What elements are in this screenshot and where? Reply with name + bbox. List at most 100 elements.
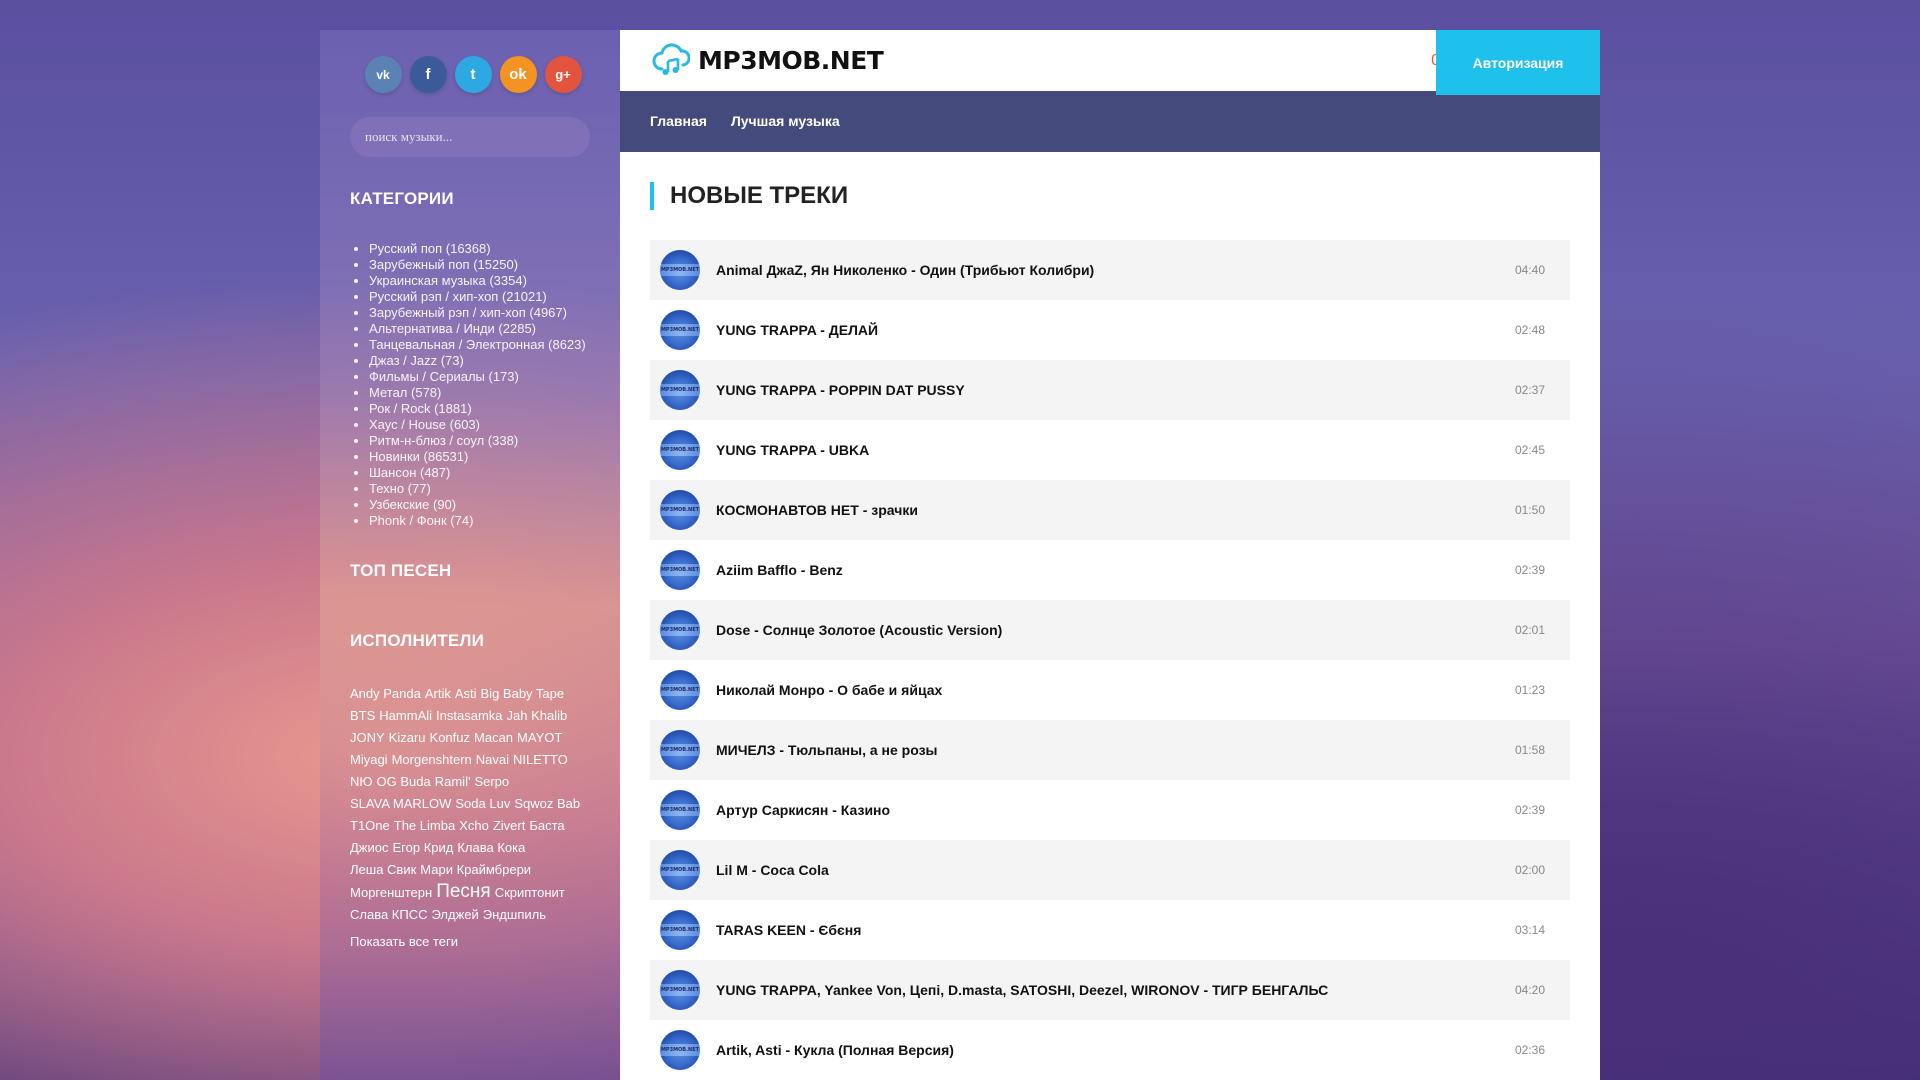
track-cover[interactable] [660, 250, 700, 290]
track-row[interactable]: Animal ДжаZ, Ян Николенко - Один (Трибью… [650, 240, 1570, 300]
track-cover[interactable] [660, 970, 700, 1010]
track-title[interactable]: YUNG TRAPPA - UBKA [716, 442, 869, 458]
nav-best-music[interactable]: Лучшая музыка [731, 113, 840, 129]
category-item[interactable]: Метал (578) [369, 385, 590, 401]
google-plus-icon[interactable]: g+ [544, 56, 582, 93]
artist-tag[interactable]: Asti [455, 683, 477, 705]
artist-tag[interactable]: Слава КПСС [350, 904, 428, 926]
artist-tag[interactable]: BTS [350, 705, 375, 727]
track-row[interactable]: Lil M - Coca Cola 02:00 [650, 840, 1570, 900]
category-item[interactable]: Джаз / Jazz (73) [369, 353, 590, 369]
artist-tag[interactable]: Artik [425, 683, 451, 705]
track-title[interactable]: Артур Саркисян - Казино [716, 802, 890, 818]
category-item[interactable]: Узбекские (90) [369, 497, 590, 513]
track-cover[interactable] [660, 730, 700, 770]
artist-tag[interactable]: Джиос [350, 837, 389, 859]
artist-tag[interactable]: Instasamka [436, 705, 502, 727]
artist-tag[interactable]: Баста [529, 815, 564, 837]
category-item[interactable]: Русский рэп / хип-хоп (21021) [369, 289, 590, 305]
track-cover[interactable] [660, 610, 700, 650]
artist-tag[interactable]: Soda Luv [455, 793, 510, 815]
track-cover[interactable] [660, 430, 700, 470]
track-row[interactable]: YUNG TRAPPA - ДЕЛАЙ 02:48 [650, 300, 1570, 360]
artist-tag[interactable]: Мари Краймбрери [420, 859, 531, 881]
track-title[interactable]: Aziim Bafflo - Benz [716, 562, 843, 578]
track-row[interactable]: Артур Саркисян - Казино 02:39 [650, 780, 1570, 840]
track-title[interactable]: Lil M - Coca Cola [716, 862, 829, 878]
track-row[interactable]: КОСМОНАВТОВ НЕТ - зрачки 01:50 [650, 480, 1570, 540]
category-item[interactable]: Новинки (86531) [369, 449, 590, 465]
facebook-icon[interactable]: f [409, 56, 447, 93]
track-title[interactable]: YUNG TRAPPA, Yankee Von, Цепi, D.masta, … [716, 982, 1328, 998]
category-item[interactable]: Рок / Rock (1881) [369, 401, 590, 417]
artist-tag[interactable]: OG Buda [377, 771, 431, 793]
artist-tag[interactable]: SLAVA MARLOW [350, 793, 451, 815]
category-item[interactable]: Русский поп (16368) [369, 241, 590, 257]
artist-tag[interactable]: Xcho [459, 815, 489, 837]
artist-tag[interactable]: Big Baby Tape [481, 683, 565, 705]
artist-tag[interactable]: Jah Khalib [507, 705, 568, 727]
track-row[interactable]: TARAS KEEN - Єбєня 03:14 [650, 900, 1570, 960]
odnoklassniki-icon[interactable]: ok [499, 56, 537, 93]
category-item[interactable]: Фильмы / Сериалы (173) [369, 369, 590, 385]
track-cover[interactable] [660, 370, 700, 410]
category-item[interactable]: Альтернатива / Инди (2285) [369, 321, 590, 337]
vk-icon[interactable]: vk [364, 56, 402, 93]
track-cover[interactable] [660, 310, 700, 350]
track-row[interactable]: YUNG TRAPPA - UBKA 02:45 [650, 420, 1570, 480]
artist-tag[interactable]: Скриптонит [495, 882, 565, 904]
track-title[interactable]: Artik, Asti - Кукла (Полная Версия) [716, 1042, 954, 1058]
search-input[interactable] [350, 117, 590, 157]
artist-tag[interactable]: Sqwoz Bab [514, 793, 580, 815]
artist-tag[interactable]: JONY [350, 727, 385, 749]
category-item[interactable]: Phonk / Фонк (74) [369, 513, 590, 529]
artist-tag[interactable]: Ramil' [435, 771, 471, 793]
twitter-icon[interactable]: t [454, 56, 492, 93]
artist-tag[interactable]: T1One [350, 815, 390, 837]
track-title[interactable]: Dose - Солнце Золотое (Acoustic Version) [716, 622, 1002, 638]
track-title[interactable]: YUNG TRAPPA - POPPIN DAT PUSSY [716, 382, 965, 398]
category-item[interactable]: Зарубежный поп (15250) [369, 257, 590, 273]
artist-tag[interactable]: Zivert [493, 815, 526, 837]
artist-tag[interactable]: Моргенштерн [350, 882, 432, 904]
artist-tag[interactable]: Navai [476, 749, 509, 771]
category-item[interactable]: Техно (77) [369, 481, 590, 497]
artist-tag[interactable]: Клава Кока [457, 837, 525, 859]
category-item[interactable]: Ритм-н-блюз / соул (338) [369, 433, 590, 449]
category-item[interactable]: Шансон (487) [369, 465, 590, 481]
artist-tag[interactable]: MAYOT [517, 727, 562, 749]
artist-tag[interactable]: Kizaru [389, 727, 426, 749]
login-button[interactable]: Авторизация [1436, 30, 1600, 95]
artist-tag[interactable]: Morgenshtern [392, 749, 472, 771]
track-cover[interactable] [660, 790, 700, 830]
artist-tag[interactable]: Леша Свик [350, 859, 416, 881]
artist-tag[interactable]: Konfuz [430, 727, 470, 749]
nav-home[interactable]: Главная [650, 113, 707, 129]
category-item[interactable]: Танцевальная / Электронная (8623) [369, 337, 590, 353]
track-title[interactable]: Animal ДжаZ, Ян Николенко - Один (Трибью… [716, 262, 1094, 278]
artist-tag[interactable]: HammAli [379, 705, 432, 727]
artist-tag[interactable]: Песня [436, 881, 491, 903]
track-cover[interactable] [660, 670, 700, 710]
track-row[interactable]: МИЧЕЛЗ - Тюльпаны, а не розы 01:58 [650, 720, 1570, 780]
artist-tag[interactable]: Andy Panda [350, 683, 421, 705]
artist-tag[interactable]: Элджей [432, 904, 479, 926]
show-all-tags-link[interactable]: Показать все теги [350, 934, 590, 949]
track-row[interactable]: YUNG TRAPPA - POPPIN DAT PUSSY 02:37 [650, 360, 1570, 420]
category-item[interactable]: Зарубежный рэп / хип-хоп (4967) [369, 305, 590, 321]
track-cover[interactable] [660, 550, 700, 590]
artist-tag[interactable]: Macan [474, 727, 513, 749]
track-row[interactable]: Николай Монро - О бабе и яйцах 01:23 [650, 660, 1570, 720]
track-row[interactable]: Aziim Bafflo - Benz 02:39 [650, 540, 1570, 600]
track-cover[interactable] [660, 1030, 700, 1070]
track-title[interactable]: КОСМОНАВТОВ НЕТ - зрачки [716, 502, 918, 518]
logo[interactable]: MP3MOB.NET [652, 41, 884, 79]
track-title[interactable]: YUNG TRAPPA - ДЕЛАЙ [716, 322, 878, 338]
track-cover[interactable] [660, 850, 700, 890]
track-row[interactable]: YUNG TRAPPA, Yankee Von, Цепi, D.masta, … [650, 960, 1570, 1020]
track-cover[interactable] [660, 490, 700, 530]
track-title[interactable]: Николай Монро - О бабе и яйцах [716, 682, 942, 698]
category-item[interactable]: Хаус / House (603) [369, 417, 590, 433]
artist-tag[interactable]: The Limba [394, 815, 455, 837]
category-item[interactable]: Украинская музыка (3354) [369, 273, 590, 289]
